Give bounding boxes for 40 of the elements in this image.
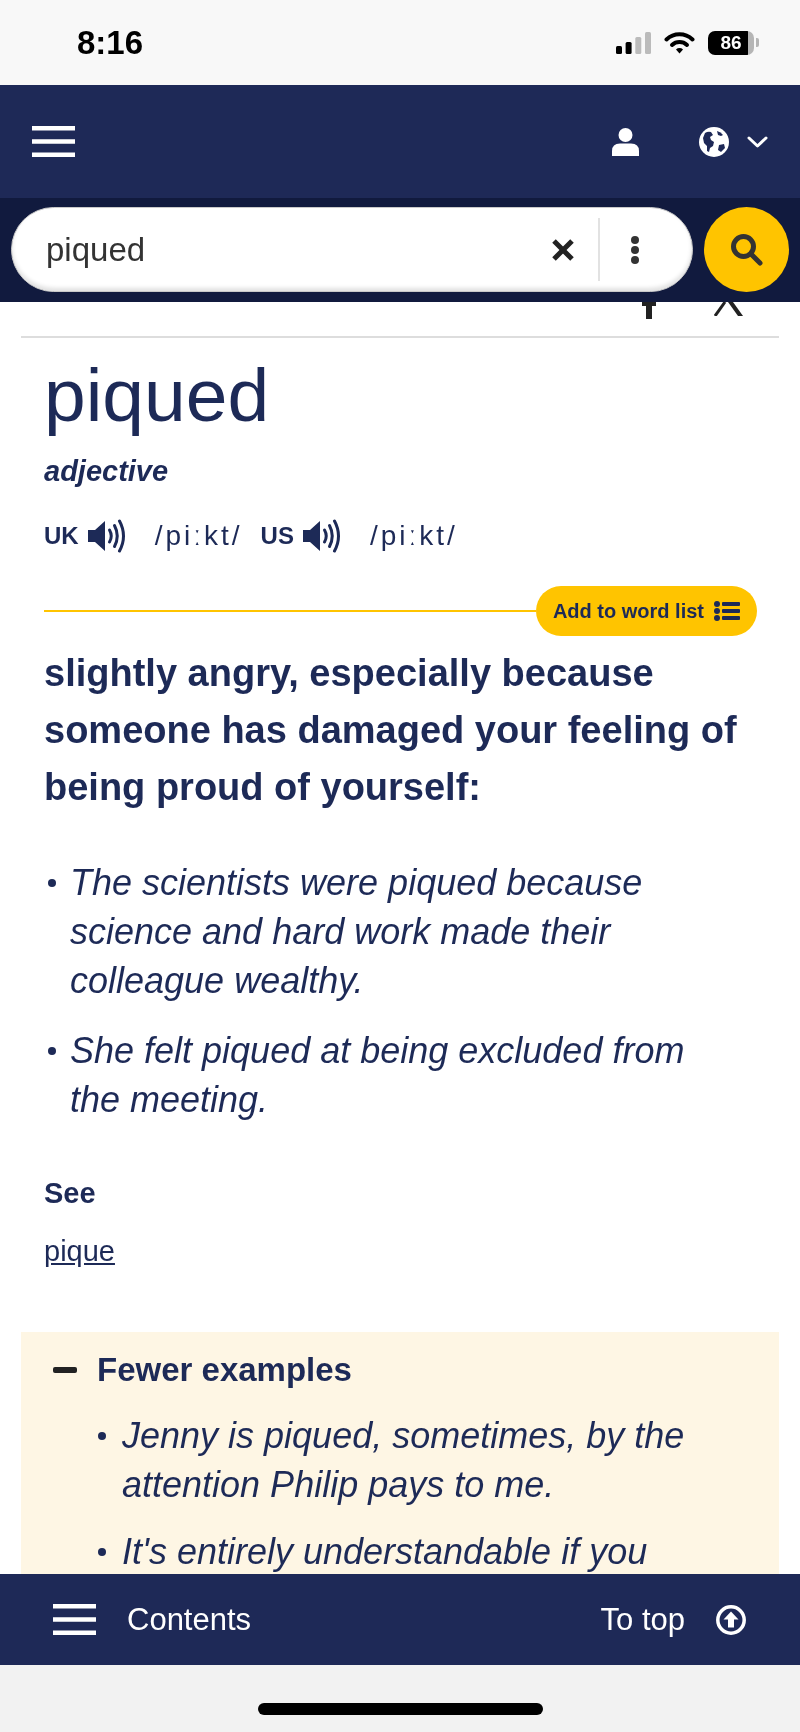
more-options-icon[interactable] xyxy=(630,235,640,264)
region-label: US xyxy=(260,524,294,548)
clear-icon[interactable] xyxy=(551,237,575,262)
example-sentence: She felt piqued at being excluded from the meeting. xyxy=(70,1029,686,1122)
language-selector[interactable] xyxy=(699,126,768,157)
chevron-down-icon xyxy=(747,135,768,148)
search-box[interactable]: piqued xyxy=(11,207,693,292)
search-icon xyxy=(730,233,763,266)
example-sentence: The scientists were piqued because science and hard work made their colleague wealthy. xyxy=(70,861,644,1003)
letter-f-icon[interactable] xyxy=(642,302,656,319)
see-label: See xyxy=(44,1176,97,1211)
wifi-icon xyxy=(664,31,695,54)
arrow-up-circle-icon xyxy=(716,1604,746,1635)
bullet-icon xyxy=(98,1548,106,1556)
example-sentence: It's entirely understandable if you xyxy=(122,1530,648,1574)
pronunciation-text: /piːkt/ xyxy=(154,522,243,550)
status-time: 8:16 xyxy=(77,26,144,59)
bullet-icon xyxy=(48,1047,56,1055)
list-icon xyxy=(714,601,740,621)
menu-icon[interactable] xyxy=(32,126,75,157)
part-of-speech: adjective xyxy=(44,454,170,489)
pronunciation-text: /piːkt/ xyxy=(369,522,458,550)
letter-x-icon[interactable] xyxy=(714,302,744,316)
bullet-icon xyxy=(48,879,56,887)
globe-icon xyxy=(699,126,729,157)
examples-toggle[interactable]: Fewer examples xyxy=(53,1350,352,1390)
signal-icon xyxy=(616,31,651,54)
battery-percentage: 86 xyxy=(708,30,754,55)
menu-icon xyxy=(53,1604,96,1635)
speaker-icon[interactable] xyxy=(302,519,342,553)
user-icon[interactable] xyxy=(612,127,639,156)
bullet-icon xyxy=(98,1432,106,1440)
example-sentence: Jenny is piqued, sometimes, by the attention Philip pays to me. xyxy=(122,1414,686,1507)
to-top-button[interactable]: To top xyxy=(600,1604,746,1635)
see-link[interactable]: pique xyxy=(44,1235,115,1267)
contents-button[interactable]: Contents xyxy=(53,1604,252,1635)
definition-text: slightly angry, especially because someone has damaged your feeling of being proud of yourself: xyxy=(44,651,738,810)
speaker-icon[interactable] xyxy=(87,519,127,553)
add-to-word-list-button[interactable]: Add to word list xyxy=(535,586,757,636)
region-label: UK xyxy=(44,524,79,548)
